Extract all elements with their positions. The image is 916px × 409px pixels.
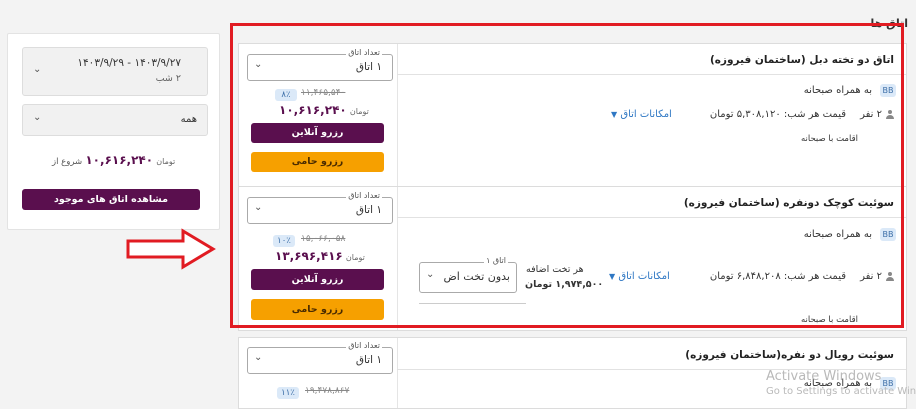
chevron-down-icon: ⌄ [254, 352, 263, 363]
currency-label: تومان [156, 157, 176, 166]
date-range-text: ۱۴۰۳/۹/۲۷ - ۱۴۰۳/۹/۲۹ [77, 57, 181, 69]
starting-from-label: شروع از [52, 157, 83, 167]
starting-price: ۱۰,۶۱۶,۲۴۰ [85, 153, 154, 167]
chevron-down-icon: ⌄ [33, 112, 42, 123]
watermark-title: Activate Windows [766, 369, 882, 384]
chevron-down-icon: ⌄ [33, 64, 42, 75]
filter-value: همه [180, 114, 197, 125]
room-title: سوئیت رویال دو نفره(ساختمان فیروزه) [685, 349, 894, 361]
watermark-subtitle: Go to Settings to activate Windows. [766, 386, 916, 397]
starting-price-row: تومان ۱۰,۶۱۶,۲۴۰ شروع از [52, 153, 175, 167]
room-quantity-select[interactable]: تعداد اتاق ۱ اتاق ⌄ [247, 341, 393, 374]
quantity-value: ۱ اتاق [355, 354, 382, 366]
search-summary-panel: ۱۴۰۳/۹/۲۷ - ۱۴۰۳/۹/۲۹ ۲ شب ⌄ همه ⌄ تومان… [7, 33, 220, 230]
nights-text: ۲ شب [155, 73, 181, 84]
date-range-select[interactable]: ۱۴۰۳/۹/۲۷ - ۱۴۰۳/۹/۲۹ ۲ شب ⌄ [22, 47, 208, 96]
highlight-frame [230, 23, 904, 328]
activation-watermark: Activate Windows Go to Settings to activ… [766, 369, 916, 397]
quantity-legend: تعداد اتاق [346, 341, 382, 350]
view-rooms-button[interactable]: مشاهده اتاق های موجود [22, 189, 200, 210]
filter-select[interactable]: همه ⌄ [22, 104, 208, 136]
old-price: ۱۹,۴۷۸,۸۶۷ [305, 386, 350, 396]
discount-badge: ۱۱٪ [277, 387, 299, 399]
arrow-right-icon [126, 228, 216, 270]
